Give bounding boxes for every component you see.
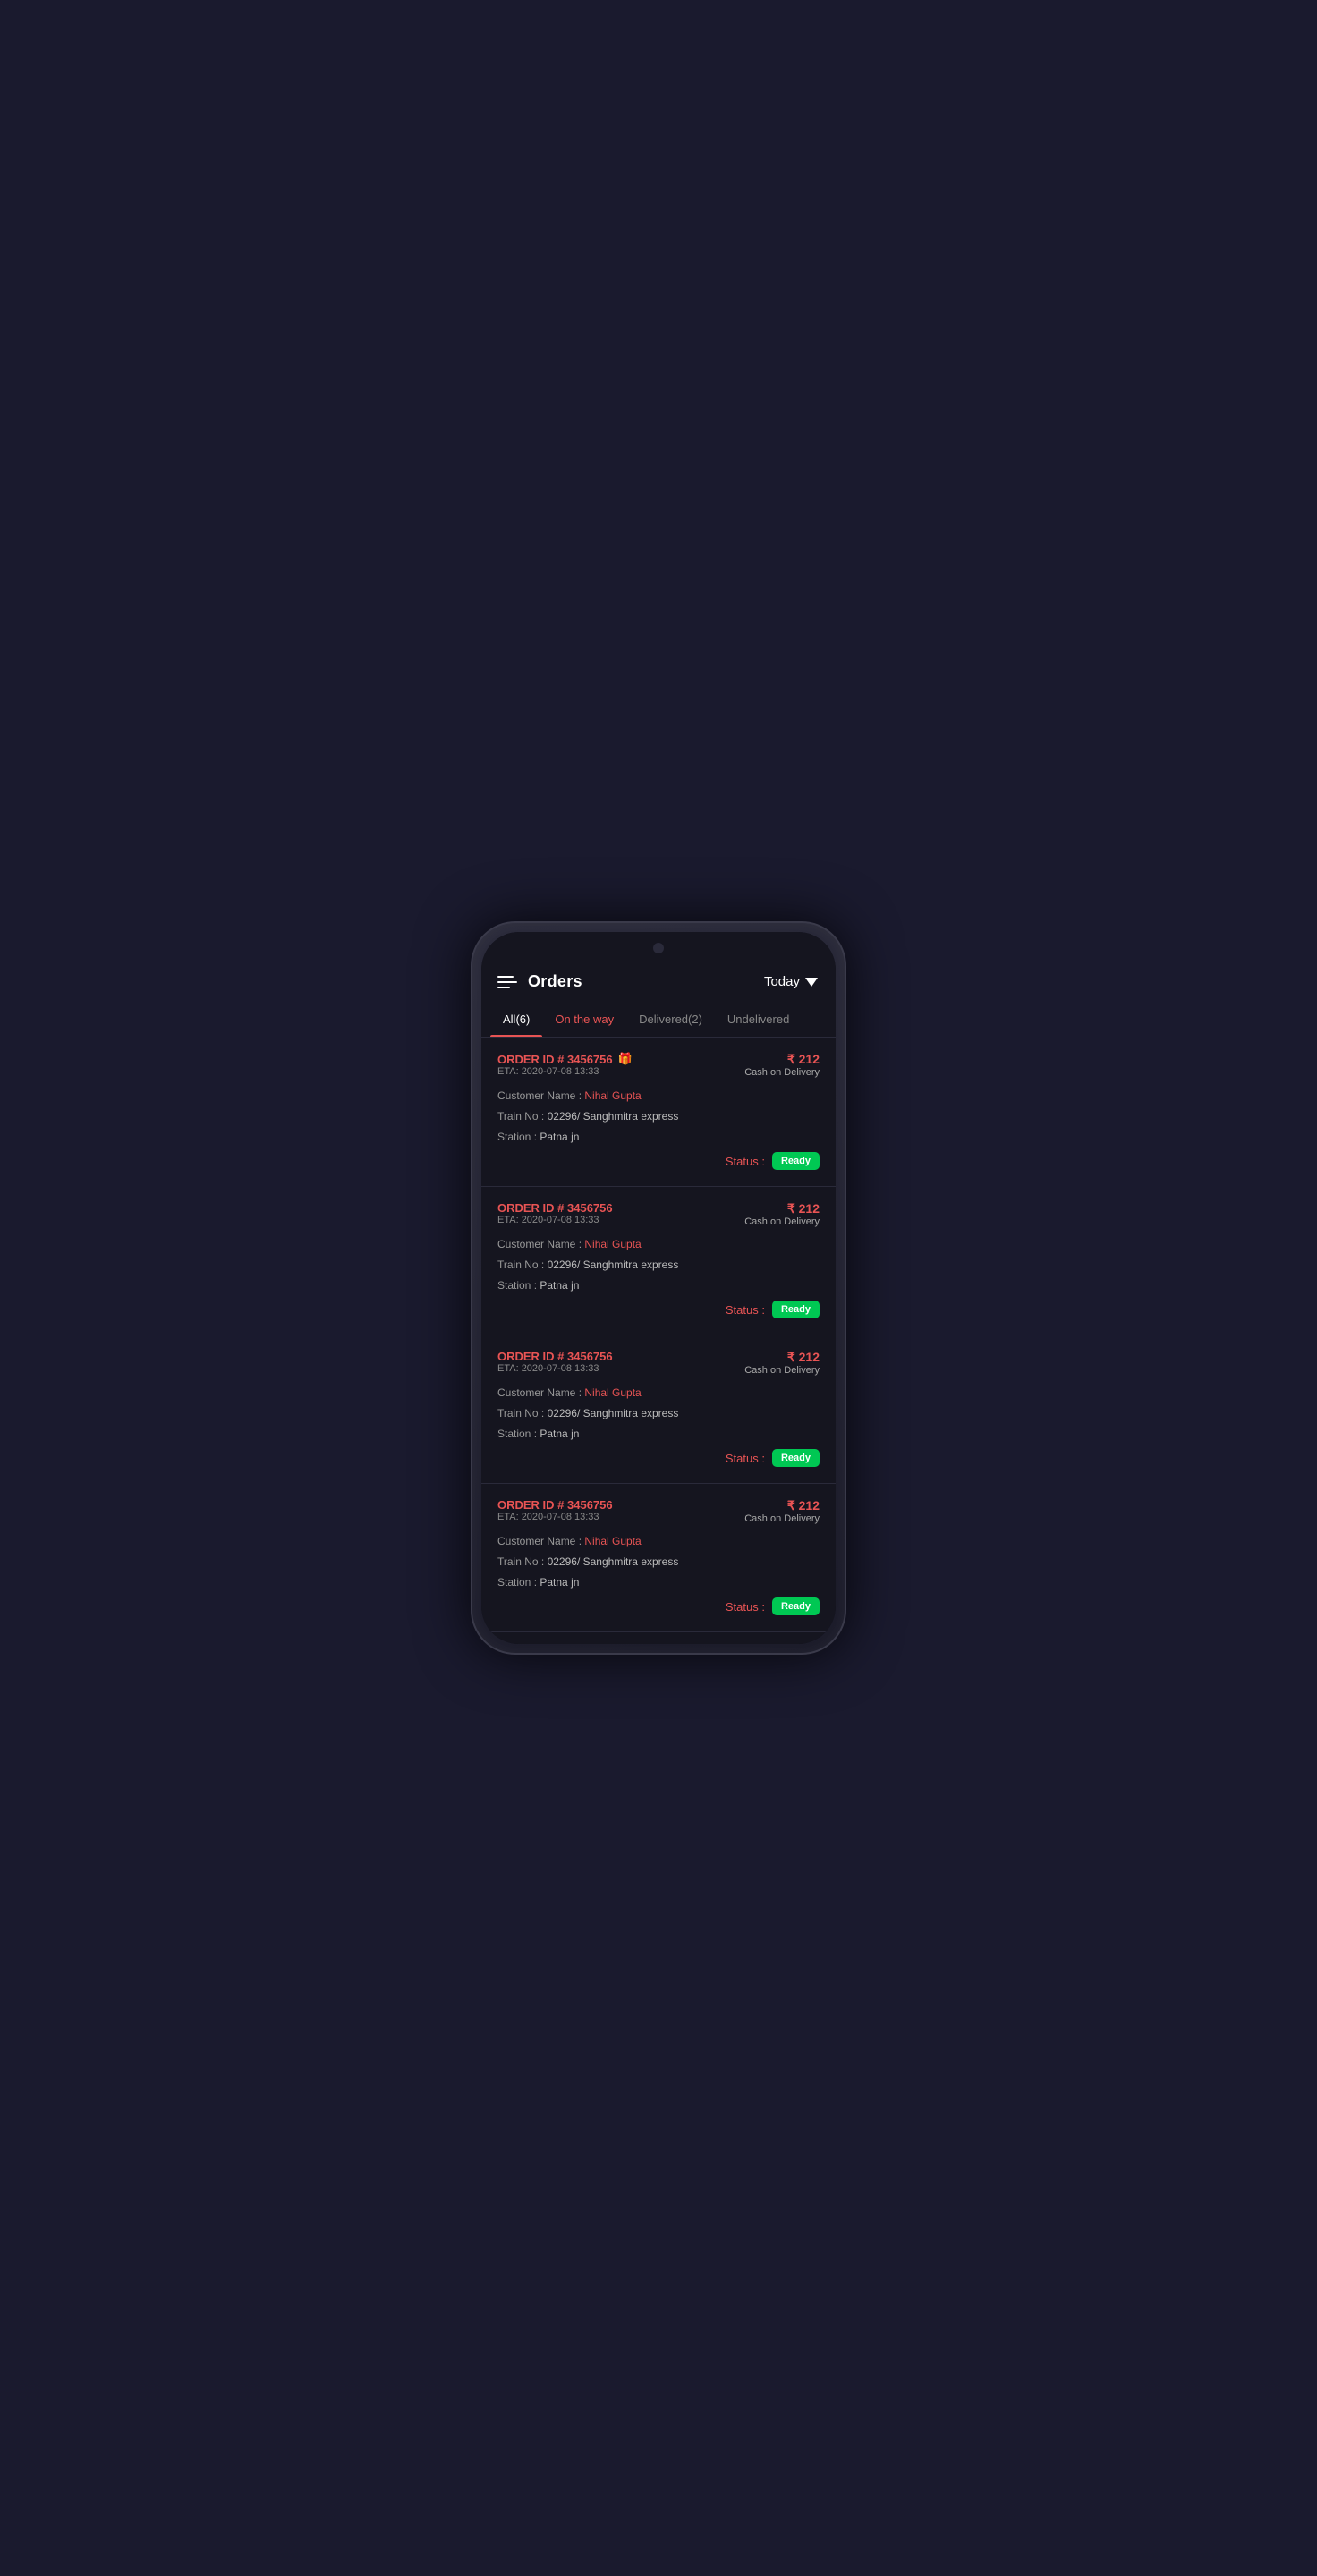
status-badge: Ready <box>772 1152 820 1170</box>
tab-undelivered[interactable]: Undelivered <box>715 1002 802 1037</box>
payment-method: Cash on Delivery <box>744 1067 820 1078</box>
customer-name: Nihal Gupta <box>584 1238 641 1250</box>
customer-name: Nihal Gupta <box>584 1089 641 1102</box>
order-bottom-row: Status : Ready <box>497 1597 820 1615</box>
station-row: Station : Patna jn <box>497 1277 820 1293</box>
camera-notch <box>653 943 664 953</box>
train-label: Train No : <box>497 1110 548 1123</box>
header-left: Orders <box>497 972 582 991</box>
order-amount: ₹ 212 <box>744 1201 820 1216</box>
train-row: Train No : 02296/ Sanghmitra express <box>497 1554 820 1570</box>
station-label: Station : <box>497 1279 540 1292</box>
order-bottom-row: Status : Ready <box>497 1449 820 1467</box>
order-id: ORDER ID # 3456756 🎁 <box>497 1052 633 1066</box>
customer-name: Nihal Gupta <box>584 1386 641 1399</box>
tab-on-the-way[interactable]: On the way <box>542 1002 626 1037</box>
order-eta: ETA: 2020-07-08 13:33 <box>497 1215 613 1225</box>
order-bottom-row: Status : Ready <box>497 1152 820 1170</box>
app-header: Orders Today <box>481 963 836 1002</box>
order-top-row: ORDER ID # 3456756 ETA: 2020-07-08 13:33… <box>497 1201 820 1234</box>
order-top-row: ORDER ID # 3456756 ETA: 2020-07-08 13:33… <box>497 1498 820 1531</box>
order-card[interactable]: ORDER ID # 3456756 ETA: 2020-07-08 13:33… <box>481 1335 836 1484</box>
date-filter-label: Today <box>764 974 800 989</box>
station-row: Station : Patna jn <box>497 1129 820 1145</box>
order-amount: ₹ 212 <box>744 1498 820 1513</box>
date-filter-button[interactable]: Today <box>764 974 818 989</box>
payment-method: Cash on Delivery <box>744 1216 820 1227</box>
customer-name: Nihal Gupta <box>584 1535 641 1547</box>
menu-icon[interactable] <box>497 976 517 988</box>
status-label: Status : <box>726 1600 765 1614</box>
order-id: ORDER ID # 3456756 <box>497 1350 613 1363</box>
payment-method: Cash on Delivery <box>744 1513 820 1524</box>
order-eta: ETA: 2020-07-08 13:33 <box>497 1066 633 1077</box>
customer-label: Customer Name : <box>497 1535 584 1547</box>
phone-screen: Orders Today All(6) On the way <box>481 932 836 1644</box>
status-label: Status : <box>726 1155 765 1168</box>
payment-method: Cash on Delivery <box>744 1365 820 1376</box>
station-value: Patna jn <box>540 1576 579 1589</box>
orders-list: ORDER ID # 3456756 🎁 ETA: 2020-07-08 13:… <box>481 1038 836 1644</box>
train-value: 02296/ Sanghmitra express <box>548 1407 679 1419</box>
order-top-row: ORDER ID # 3456756 🎁 ETA: 2020-07-08 13:… <box>497 1052 820 1086</box>
station-label: Station : <box>497 1428 540 1440</box>
station-row: Station : Patna jn <box>497 1574 820 1590</box>
phone-device: Orders Today All(6) On the way <box>471 921 846 1655</box>
train-value: 02296/ Sanghmitra express <box>548 1555 679 1568</box>
train-label: Train No : <box>497 1555 548 1568</box>
customer-row: Customer Name : Nihal Gupta <box>497 1236 820 1252</box>
station-value: Patna jn <box>540 1131 579 1143</box>
train-value: 02296/ Sanghmitra express <box>548 1258 679 1271</box>
customer-label: Customer Name : <box>497 1386 584 1399</box>
customer-row: Customer Name : Nihal Gupta <box>497 1088 820 1104</box>
train-label: Train No : <box>497 1407 548 1419</box>
order-amount: ₹ 212 <box>744 1052 820 1067</box>
train-row: Train No : 02296/ Sanghmitra express <box>497 1108 820 1124</box>
customer-label: Customer Name : <box>497 1238 584 1250</box>
train-row: Train No : 02296/ Sanghmitra express <box>497 1405 820 1421</box>
order-card[interactable]: ORDER ID # 3456756 ETA: 2020-07-08 13:33… <box>481 1632 836 1644</box>
order-card[interactable]: ORDER ID # 3456756 ETA: 2020-07-08 13:33… <box>481 1187 836 1335</box>
gift-icon: 🎁 <box>618 1052 633 1066</box>
order-bottom-row: Status : Ready <box>497 1301 820 1318</box>
order-top-row: ORDER ID # 3456756 ETA: 2020-07-08 13:33… <box>497 1350 820 1383</box>
station-value: Patna jn <box>540 1428 579 1440</box>
order-id: ORDER ID # 3456756 <box>497 1201 613 1215</box>
tab-all[interactable]: All(6) <box>490 1002 542 1037</box>
customer-row: Customer Name : Nihal Gupta <box>497 1533 820 1549</box>
order-card[interactable]: ORDER ID # 3456756 ETA: 2020-07-08 13:33… <box>481 1484 836 1632</box>
customer-label: Customer Name : <box>497 1089 584 1102</box>
order-eta: ETA: 2020-07-08 13:33 <box>497 1363 613 1374</box>
station-label: Station : <box>497 1576 540 1589</box>
train-row: Train No : 02296/ Sanghmitra express <box>497 1257 820 1273</box>
page-title: Orders <box>528 972 582 991</box>
train-value: 02296/ Sanghmitra express <box>548 1110 679 1123</box>
status-label: Status : <box>726 1303 765 1317</box>
status-label: Status : <box>726 1452 765 1465</box>
status-badge: Ready <box>772 1597 820 1615</box>
station-label: Station : <box>497 1131 540 1143</box>
dropdown-arrow-icon <box>805 978 818 987</box>
status-badge: Ready <box>772 1449 820 1467</box>
station-value: Patna jn <box>540 1279 579 1292</box>
order-amount: ₹ 212 <box>744 1350 820 1365</box>
tab-delivered[interactable]: Delivered(2) <box>626 1002 715 1037</box>
status-badge: Ready <box>772 1301 820 1318</box>
station-row: Station : Patna jn <box>497 1426 820 1442</box>
order-card[interactable]: ORDER ID # 3456756 🎁 ETA: 2020-07-08 13:… <box>481 1038 836 1187</box>
screen-content: Orders Today All(6) On the way <box>481 932 836 1644</box>
tabs-container: All(6) On the way Delivered(2) Undeliver… <box>481 1002 836 1038</box>
order-id: ORDER ID # 3456756 <box>497 1498 613 1512</box>
train-label: Train No : <box>497 1258 548 1271</box>
order-eta: ETA: 2020-07-08 13:33 <box>497 1512 613 1522</box>
tabs: All(6) On the way Delivered(2) Undeliver… <box>490 1002 827 1037</box>
customer-row: Customer Name : Nihal Gupta <box>497 1385 820 1401</box>
